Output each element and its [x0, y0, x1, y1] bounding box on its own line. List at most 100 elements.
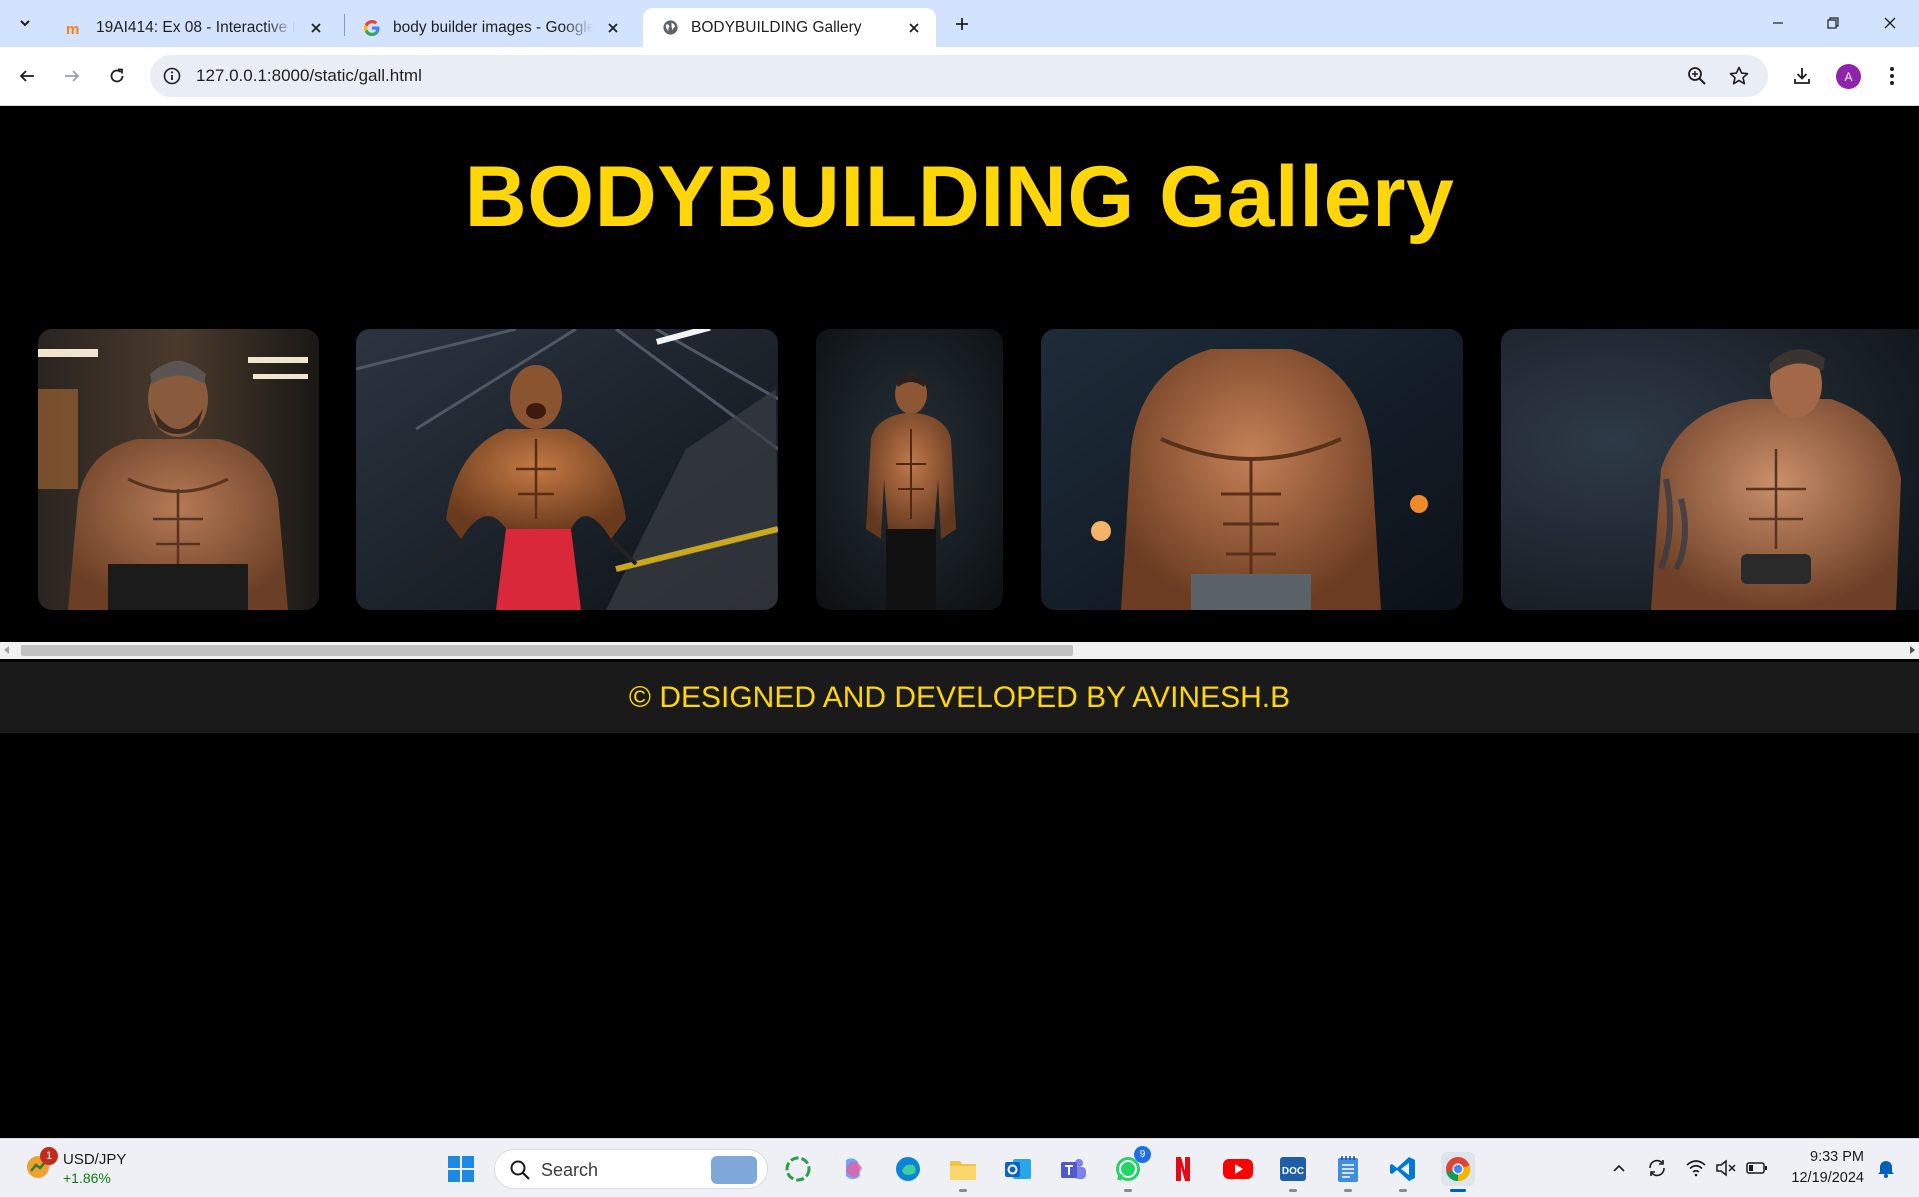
close-tab-icon[interactable]	[603, 18, 623, 38]
scroll-right-arrow-icon[interactable]	[1910, 646, 1915, 654]
zoom-icon[interactable]	[1686, 65, 1708, 87]
taskbar-app-doc[interactable]: DOC	[1276, 1152, 1310, 1192]
widgets-button[interactable]: 1 USD/JPY +1.86%	[20, 1147, 140, 1191]
battery-icon	[1746, 1162, 1767, 1174]
volume-tray-button[interactable]	[1714, 1156, 1738, 1180]
teams-icon	[1061, 1159, 1086, 1179]
close-tab-icon[interactable]	[306, 18, 326, 38]
sync-tray-button[interactable]	[1645, 1156, 1669, 1180]
browser-toolbar: 127.0.0.1:8000/static/gall.html A	[0, 47, 1919, 106]
tab-search-button[interactable]	[12, 10, 38, 36]
more-vertical-icon	[1890, 67, 1894, 85]
whatsapp-badge: 9	[1134, 1146, 1151, 1163]
outlook-icon	[1005, 1159, 1031, 1179]
chrome-icon	[1446, 1157, 1471, 1182]
close-icon	[1884, 17, 1896, 29]
widget-symbol: USD/JPY	[63, 1151, 127, 1168]
notification-badge: 1	[40, 1147, 58, 1165]
gallery-image-3[interactable]	[816, 329, 1003, 610]
copilot-icon	[846, 1158, 862, 1179]
bookmark-star-icon[interactable]	[1728, 65, 1750, 87]
scroll-left-arrow-icon[interactable]	[4, 646, 9, 654]
gallery-image-4[interactable]	[1041, 329, 1463, 610]
running-indicator	[1399, 1189, 1407, 1192]
tab-title: 19AI414: Ex 08 - Interactive Ima	[96, 18, 296, 36]
url-text[interactable]: 127.0.0.1:8000/static/gall.html	[196, 66, 422, 86]
close-tab-icon[interactable]	[904, 18, 924, 38]
show-hidden-icons-button[interactable]	[1607, 1156, 1631, 1180]
tab-moodle[interactable]: m 19AI414: Ex 08 - Interactive Ima	[48, 8, 338, 47]
running-indicator	[1289, 1189, 1297, 1192]
widget-change: +1.86%	[63, 1170, 111, 1186]
arrow-right-icon	[65, 70, 80, 82]
chevron-down-icon	[20, 20, 30, 27]
vscode-icon	[1390, 1157, 1415, 1181]
horizontal-scrollbar[interactable]	[0, 642, 1919, 659]
system-clock[interactable]: 9:33 PM 12/19/2024	[1780, 1147, 1864, 1189]
profile-avatar[interactable]: A	[1836, 64, 1861, 89]
running-indicator	[959, 1189, 967, 1192]
image-gallery[interactable]	[0, 323, 1919, 633]
clock-date: 12/19/2024	[1791, 1170, 1864, 1186]
taskbar-app-youtube[interactable]	[1221, 1152, 1255, 1186]
taskbar-app-vscode[interactable]	[1386, 1152, 1420, 1192]
download-icon	[1794, 68, 1810, 84]
taskbar-app-chrome[interactable]	[1441, 1152, 1475, 1192]
browser-menu-button[interactable]	[1878, 62, 1906, 90]
taskbar-app-copilot[interactable]	[836, 1152, 870, 1186]
battery-tray-button[interactable]	[1745, 1156, 1769, 1180]
gallery-image-1[interactable]	[38, 329, 319, 610]
youtube-icon	[1223, 1159, 1253, 1179]
minimize-button[interactable]	[1756, 6, 1800, 40]
tab-google-search[interactable]: body builder images - Google S	[345, 8, 635, 47]
taskbar-app-whatsapp[interactable]: 9	[1111, 1146, 1151, 1192]
reload-button[interactable]	[102, 61, 132, 91]
running-indicator	[1450, 1189, 1466, 1192]
footer-credit: © DESIGNED AND DEVELOPED BY AVINESH.B	[628, 680, 1291, 714]
search-icon	[510, 1160, 530, 1180]
taskbar-search[interactable]: Search	[494, 1149, 768, 1189]
netflix-icon	[1176, 1157, 1190, 1181]
close-window-button[interactable]	[1868, 6, 1912, 40]
start-button[interactable]	[444, 1152, 478, 1186]
downloads-button[interactable]	[1788, 62, 1816, 90]
taskbar-app-notepad[interactable]	[1331, 1152, 1365, 1192]
gallery-image-2[interactable]	[356, 329, 778, 610]
running-indicator	[1124, 1189, 1132, 1192]
gallery-image-5[interactable]	[1501, 329, 1919, 610]
taskbar-app-outlook[interactable]	[1001, 1152, 1035, 1186]
forward-button[interactable]	[57, 61, 87, 91]
circular-arrows-icon	[785, 1156, 811, 1182]
taskbar-app-teams[interactable]	[1056, 1152, 1090, 1186]
volume-muted-icon	[1716, 1159, 1736, 1177]
bell-icon	[1878, 1161, 1894, 1178]
reload-icon	[110, 68, 124, 83]
taskbar-app-file-explorer[interactable]	[946, 1152, 980, 1192]
restore-button[interactable]	[1811, 6, 1855, 40]
tab-bodybuilding-gallery[interactable]: BODYBUILDING Gallery	[643, 8, 936, 47]
search-highlight-icon	[711, 1156, 757, 1184]
scrollbar-thumb[interactable]	[21, 645, 1073, 656]
taskbar-app-refresh[interactable]	[781, 1152, 815, 1186]
sync-icon	[1649, 1159, 1665, 1177]
info-icon[interactable]	[162, 66, 182, 86]
minimize-icon	[1773, 22, 1783, 24]
taskbar-app-netflix[interactable]	[1166, 1152, 1200, 1186]
arrow-left-icon	[19, 70, 34, 82]
page-footer: © DESIGNED AND DEVELOPED BY AVINESH.B	[0, 662, 1919, 733]
edge-icon	[896, 1157, 920, 1181]
plus-icon	[956, 18, 968, 30]
svg-text:DOC: DOC	[1282, 1166, 1304, 1177]
network-tray-button[interactable]	[1684, 1156, 1708, 1180]
tab-title: BODYBUILDING Gallery	[691, 18, 862, 36]
notifications-button[interactable]	[1874, 1156, 1898, 1180]
notepad-icon	[1338, 1156, 1358, 1182]
globe-icon	[661, 19, 679, 37]
search-label: Search	[541, 1160, 599, 1180]
address-bar[interactable]: 127.0.0.1:8000/static/gall.html	[150, 55, 1768, 97]
new-tab-button[interactable]	[948, 10, 976, 38]
page-content: BODYBUILDING Gallery © DESIGNED AND DEVE…	[0, 106, 1919, 1138]
back-button[interactable]	[12, 61, 42, 91]
folder-icon	[950, 1161, 976, 1180]
taskbar-app-edge[interactable]	[891, 1152, 925, 1186]
